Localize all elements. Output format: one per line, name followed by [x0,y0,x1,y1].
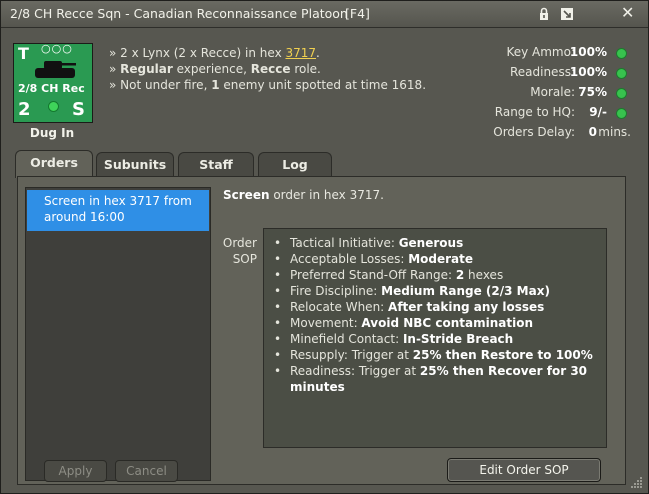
tab-subunits[interactable]: Subunits [96,152,174,177]
minimize-icon[interactable] [560,7,574,21]
summary-line-composition: » 2 x Lynx (2 x Recce) in hex 3717. [109,46,320,60]
counter-unit-name: 2/8 CH Rec [18,82,85,95]
sop-item-readiness: Readiness: Trigger at 25% then Recover f… [274,363,596,395]
sop-item-standoff-range: Preferred Stand-Off Range: 2 hexes [274,267,596,283]
apply-button[interactable]: Apply [44,460,107,482]
counter-number: 2 [18,99,31,120]
unit-summary: » 2 x Lynx (2 x Recce) in hex 3717. » Re… [109,45,426,93]
title-bar[interactable]: 2/8 CH Recce Sqn - Canadian Reconnaissan… [1,1,648,28]
stat-key-ammo: Key Ammo: 100% [471,45,631,61]
sop-item-movement: Movement: Avoid NBC contamination [274,315,596,331]
resize-grip-icon[interactable] [629,475,643,489]
sop-item-minefield-contact: Minefield Contact: In-Stride Breach [274,331,596,347]
counter-type-letter: T [18,44,29,63]
sop-item-fire-discipline: Fire Discipline: Medium Range (2/3 Max) [274,283,596,299]
hex-link[interactable]: 3717 [285,46,316,60]
stat-morale: Morale: 75% [471,85,631,101]
order-sop-box: Tactical Initiative: Generous Acceptable… [263,228,607,448]
counter-size-dots: ○○○ [41,42,73,55]
orders-list[interactable]: Screen in hex 3717 from around 16:00 [25,187,211,481]
window-title: 2/8 CH Recce Sqn - Canadian Reconnaissan… [10,6,348,21]
stat-orders-delay: Orders Delay: 0 mins. [493,125,631,139]
cancel-button[interactable]: Cancel [115,460,178,482]
edit-order-sop-button[interactable]: Edit Order SOP [447,458,601,482]
unit-info-window: 2/8 CH Recce Sqn - Canadian Reconnaissan… [0,0,649,494]
unit-posture-label: Dug In [29,126,75,140]
tab-staff[interactable]: Staff [178,152,254,177]
sop-item-tactical-initiative: Tactical Initiative: Generous [274,235,596,251]
status-indicator-icon [616,68,627,79]
close-icon[interactable]: ✕ [621,3,634,23]
tab-orders[interactable]: Orders [15,150,93,178]
summary-line-experience: » Regular experience, Recce role. [109,62,321,76]
sop-list: Tactical Initiative: Generous Acceptable… [274,235,596,395]
lock-icon[interactable] [537,7,551,21]
summary-line-contact: » Not under fire, 1 enemy unit spotted a… [109,78,427,92]
unit-counter[interactable]: T ○○○ 2/8 CH Rec 2 S [13,42,93,123]
counter-status-dot [48,101,59,112]
sop-item-acceptable-losses: Acceptable Losses: Moderate [274,251,596,267]
sop-item-relocate-when: Relocate When: After taking any losses [274,299,596,315]
status-indicator-icon [616,88,627,99]
stat-range-to-hq: Range to HQ: 9/- [471,105,631,121]
list-item[interactable]: Screen in hex 3717 from around 16:00 [27,190,209,231]
order-sop-label: Order SOP [222,236,257,266]
order-description: Screen order in hex 3717. [223,188,384,202]
status-indicator-icon [616,48,627,59]
counter-role-letter: S [72,99,85,120]
tab-log[interactable]: Log [258,152,332,177]
tank-silhouette-icon [35,61,76,78]
status-indicator-icon [616,108,627,119]
sop-item-resupply: Resupply: Trigger at 25% then Restore to… [274,347,596,363]
window-hotkey: [F4] [345,6,370,21]
stat-readiness: Readiness: 100% [471,65,631,81]
